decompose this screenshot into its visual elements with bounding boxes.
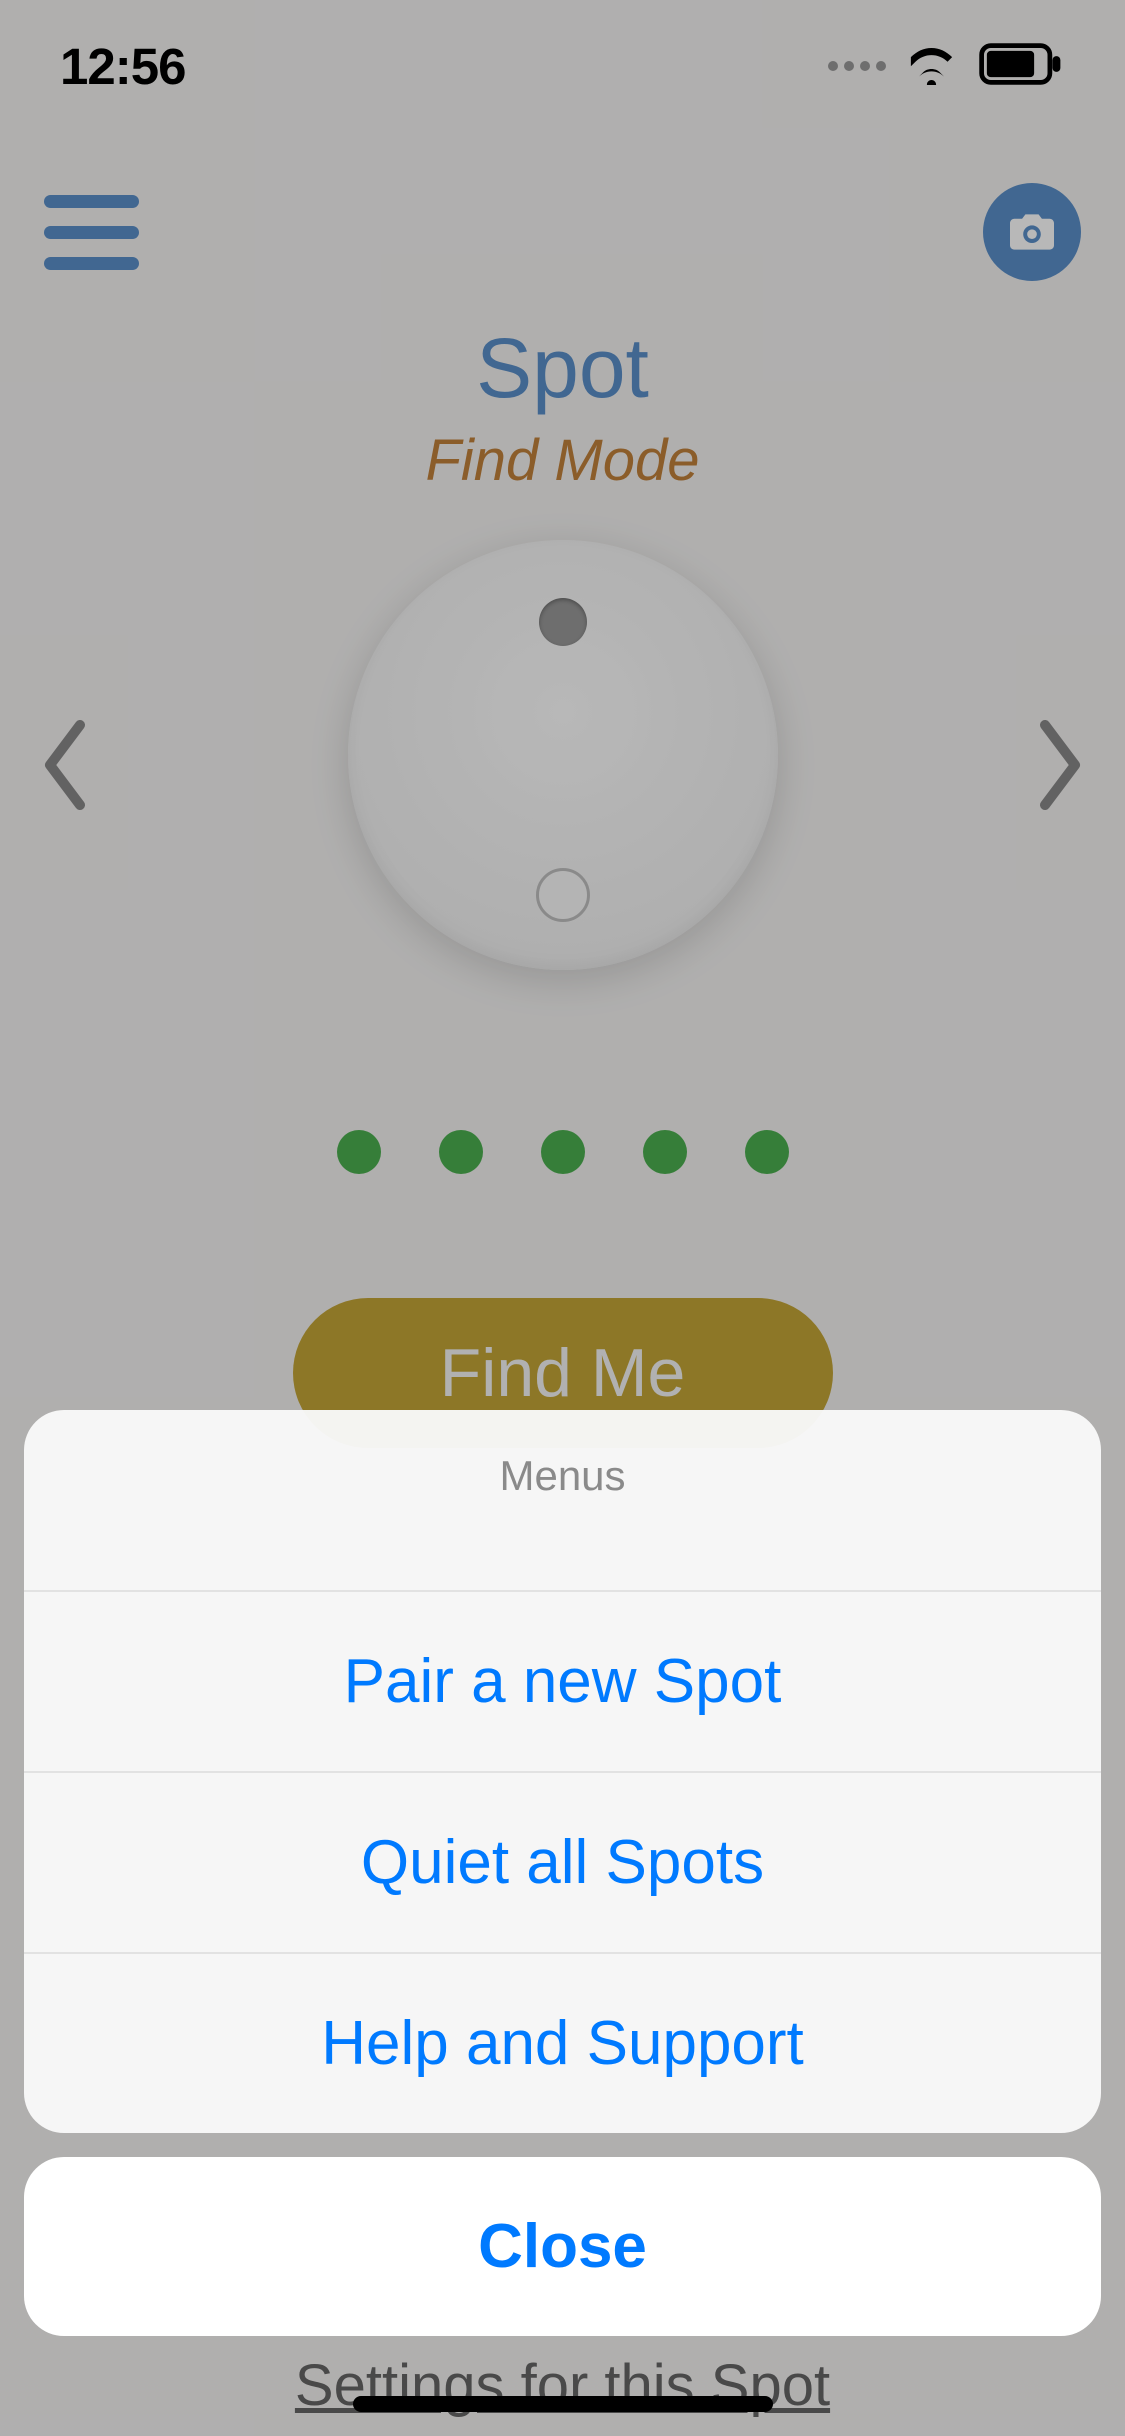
action-item-help[interactable]: Help and Support [24, 1952, 1101, 2133]
action-item-pair[interactable]: Pair a new Spot [24, 1590, 1101, 1771]
action-sheet: Menus Pair a new Spot Quiet all Spots He… [24, 1410, 1101, 2336]
action-item-quiet[interactable]: Quiet all Spots [24, 1771, 1101, 1952]
action-sheet-title: Menus [24, 1410, 1101, 1590]
home-indicator[interactable] [353, 2396, 773, 2412]
action-sheet-close-button[interactable]: Close [24, 2157, 1101, 2336]
